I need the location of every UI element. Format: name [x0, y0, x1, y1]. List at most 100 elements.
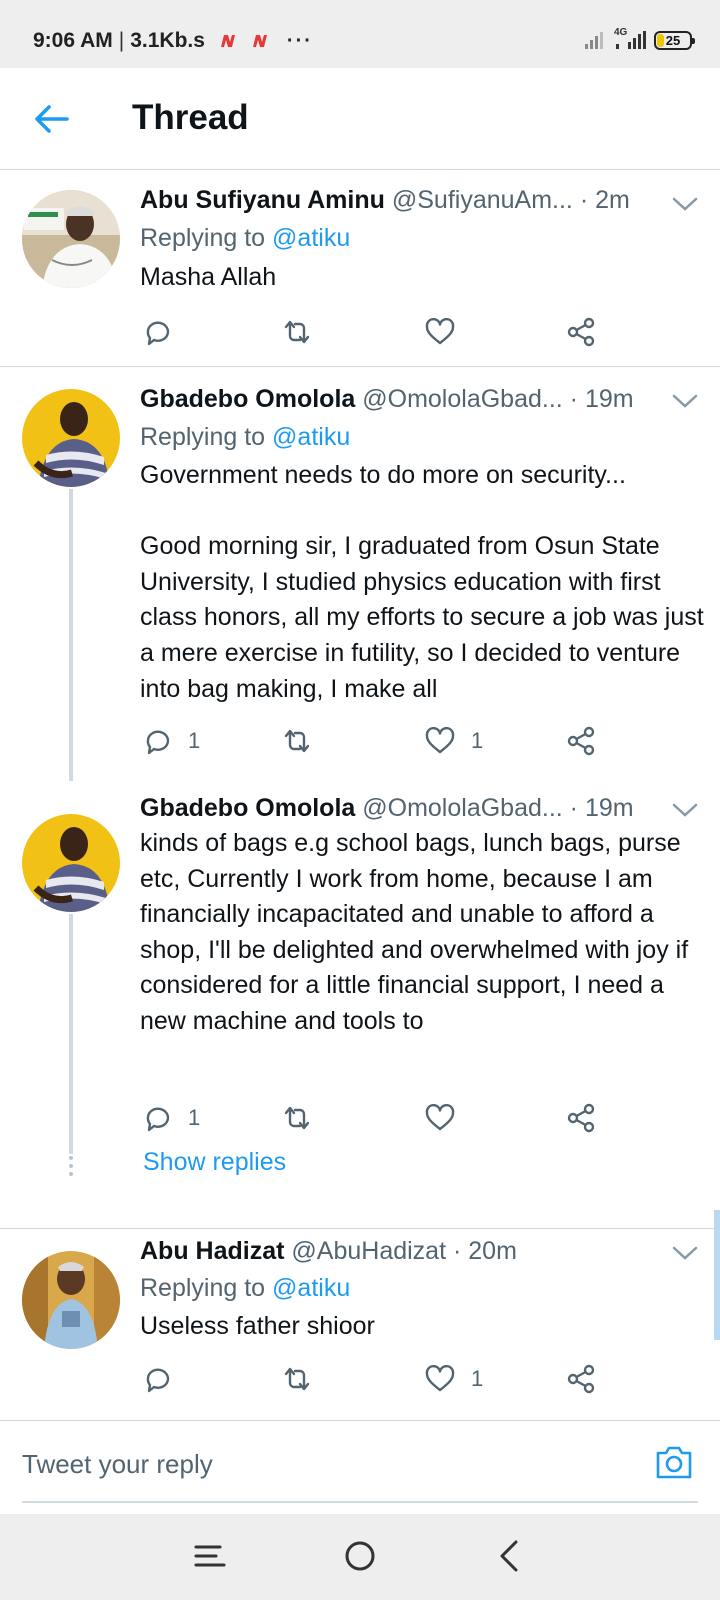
- tweet-reply-input[interactable]: [22, 1439, 622, 1489]
- tweet-text: Government needs to do more on security.…: [140, 461, 704, 703]
- like-button[interactable]: [423, 312, 471, 352]
- replying-to: Replying to @atiku: [140, 1274, 350, 1303]
- share-button[interactable]: [564, 1098, 598, 1138]
- like-button[interactable]: 1: [423, 721, 483, 761]
- avatar[interactable]: [22, 814, 120, 912]
- share-icon: [567, 726, 595, 756]
- heart-icon: [425, 726, 455, 754]
- page-title: Thread: [132, 98, 249, 137]
- thread-dots: [68, 1156, 74, 1180]
- tweet-time: · 20m: [453, 1237, 517, 1265]
- tweet-header: Abu Hadizat @AbuHadizat · 20m: [140, 1237, 700, 1266]
- status-time: 9:06 AM: [33, 29, 113, 52]
- mention-link[interactable]: @atiku: [272, 224, 350, 252]
- retweet-icon: [284, 320, 310, 344]
- reply-underline: [22, 1501, 698, 1503]
- tweet-text: Masha Allah: [140, 263, 277, 291]
- author-handle[interactable]: @AbuHadizat: [291, 1237, 446, 1265]
- tweet-actions: 1: [140, 1098, 610, 1138]
- avatar[interactable]: [22, 1251, 120, 1349]
- chevron-down-icon[interactable]: [672, 1245, 698, 1261]
- tweet-text: kinds of bags e.g school bags, lunch bag…: [140, 829, 696, 1035]
- status-speed: 3.1Kb.s: [130, 29, 205, 52]
- retweet-button[interactable]: [280, 312, 328, 352]
- reply-icon: [146, 1107, 170, 1132]
- like-button[interactable]: [423, 1098, 471, 1138]
- author-name[interactable]: Gbadebo Omolola: [140, 385, 355, 413]
- like-button[interactable]: 1: [423, 1359, 483, 1399]
- thread-header: Thread: [0, 68, 720, 170]
- retweet-button[interactable]: [280, 721, 328, 761]
- replying-prefix: Replying to: [140, 224, 273, 252]
- reply-button[interactable]: [140, 1359, 188, 1399]
- retweet-button[interactable]: [280, 1098, 328, 1138]
- status-bar: 9:06 AM | 3.1Kb.s ··· 4G 25: [0, 0, 720, 68]
- author-handle[interactable]: @OmololaGbad...: [362, 794, 562, 822]
- replying-to: Replying to @atiku: [140, 224, 350, 253]
- notification-icon: [220, 35, 235, 47]
- replying-prefix: Replying to: [140, 423, 273, 451]
- reply-icon: [146, 730, 170, 755]
- chevron-down-icon[interactable]: [672, 802, 698, 818]
- tweet[interactable]: Abu Sufiyanu Aminu @SufiyanuAm... · 2m R…: [0, 170, 720, 366]
- replying-to: Replying to @atiku: [140, 423, 350, 452]
- author-name[interactable]: Abu Hadizat: [140, 1237, 284, 1265]
- battery-icon: 25: [654, 30, 695, 50]
- retweet-icon: [284, 729, 310, 753]
- share-icon: [567, 317, 595, 347]
- author-handle[interactable]: @SufiyanuAm...: [392, 186, 573, 214]
- network-signal: 4G: [614, 27, 646, 50]
- tweet-actions: 1: [140, 1359, 610, 1399]
- tweet-actions: 1 1: [140, 721, 610, 761]
- retweet-icon: [284, 1367, 310, 1391]
- tweet-text: Useless father shioor: [140, 1312, 375, 1340]
- signal-icon: [585, 32, 603, 49]
- thread-line: [69, 489, 73, 781]
- reply-button[interactable]: 1: [140, 721, 200, 761]
- tweet-actions: [140, 312, 610, 352]
- share-button[interactable]: [564, 312, 598, 352]
- reply-count: 1: [188, 728, 201, 753]
- mention-link[interactable]: @atiku: [272, 423, 350, 451]
- mention-link[interactable]: @atiku: [272, 1274, 350, 1302]
- reply-button[interactable]: [140, 312, 188, 352]
- retweet-button[interactable]: [280, 1359, 328, 1399]
- author-handle[interactable]: @OmololaGbad...: [362, 385, 562, 413]
- chevron-down-icon[interactable]: [672, 196, 698, 212]
- like-count: 1: [471, 728, 484, 753]
- author-name[interactable]: Abu Sufiyanu Aminu: [140, 186, 385, 214]
- scrollbar[interactable]: [714, 1210, 720, 1340]
- tweet-header: Abu Sufiyanu Aminu @SufiyanuAm... · 2m: [140, 186, 700, 215]
- camera-icon[interactable]: [654, 1443, 694, 1481]
- tweet-time: · 2m: [579, 186, 630, 214]
- heart-icon: [425, 317, 455, 345]
- share-icon: [567, 1103, 595, 1133]
- share-button[interactable]: [564, 721, 598, 761]
- notification-icon: [252, 35, 267, 47]
- tweet[interactable]: Gbadebo Omolola @OmololaGbad... · 19m ki…: [0, 790, 720, 1200]
- menu-icon[interactable]: [190, 1536, 230, 1576]
- tweet[interactable]: Gbadebo Omolola @OmololaGbad... · 19m Re…: [0, 367, 720, 781]
- retweet-icon: [284, 1106, 310, 1130]
- heart-icon: [425, 1103, 455, 1131]
- status-right: 4G 25: [584, 27, 695, 50]
- avatar[interactable]: [22, 389, 120, 487]
- share-icon: [567, 1364, 595, 1394]
- tweet[interactable]: Abu Hadizat @AbuHadizat · 20m Replying t…: [0, 1229, 720, 1419]
- status-left: 9:06 AM | 3.1Kb.s ···: [33, 29, 313, 53]
- more-notifications-icon: ···: [286, 29, 313, 52]
- show-replies-link[interactable]: Show replies: [143, 1148, 286, 1177]
- home-icon[interactable]: [340, 1536, 380, 1576]
- signal-bars-icon: [616, 31, 646, 49]
- status-separator: |: [118, 29, 125, 52]
- reply-button[interactable]: 1: [140, 1098, 200, 1138]
- replying-prefix: Replying to: [140, 1274, 273, 1302]
- tweet-time: · 19m: [569, 794, 634, 822]
- avatar[interactable]: [22, 190, 120, 288]
- tweet-header: Gbadebo Omolola @OmololaGbad... · 19m: [140, 794, 700, 823]
- chevron-down-icon[interactable]: [672, 393, 698, 409]
- author-name[interactable]: Gbadebo Omolola: [140, 794, 355, 822]
- back-icon[interactable]: [490, 1536, 530, 1576]
- share-button[interactable]: [564, 1359, 598, 1399]
- arrow-left-icon[interactable]: [33, 102, 69, 136]
